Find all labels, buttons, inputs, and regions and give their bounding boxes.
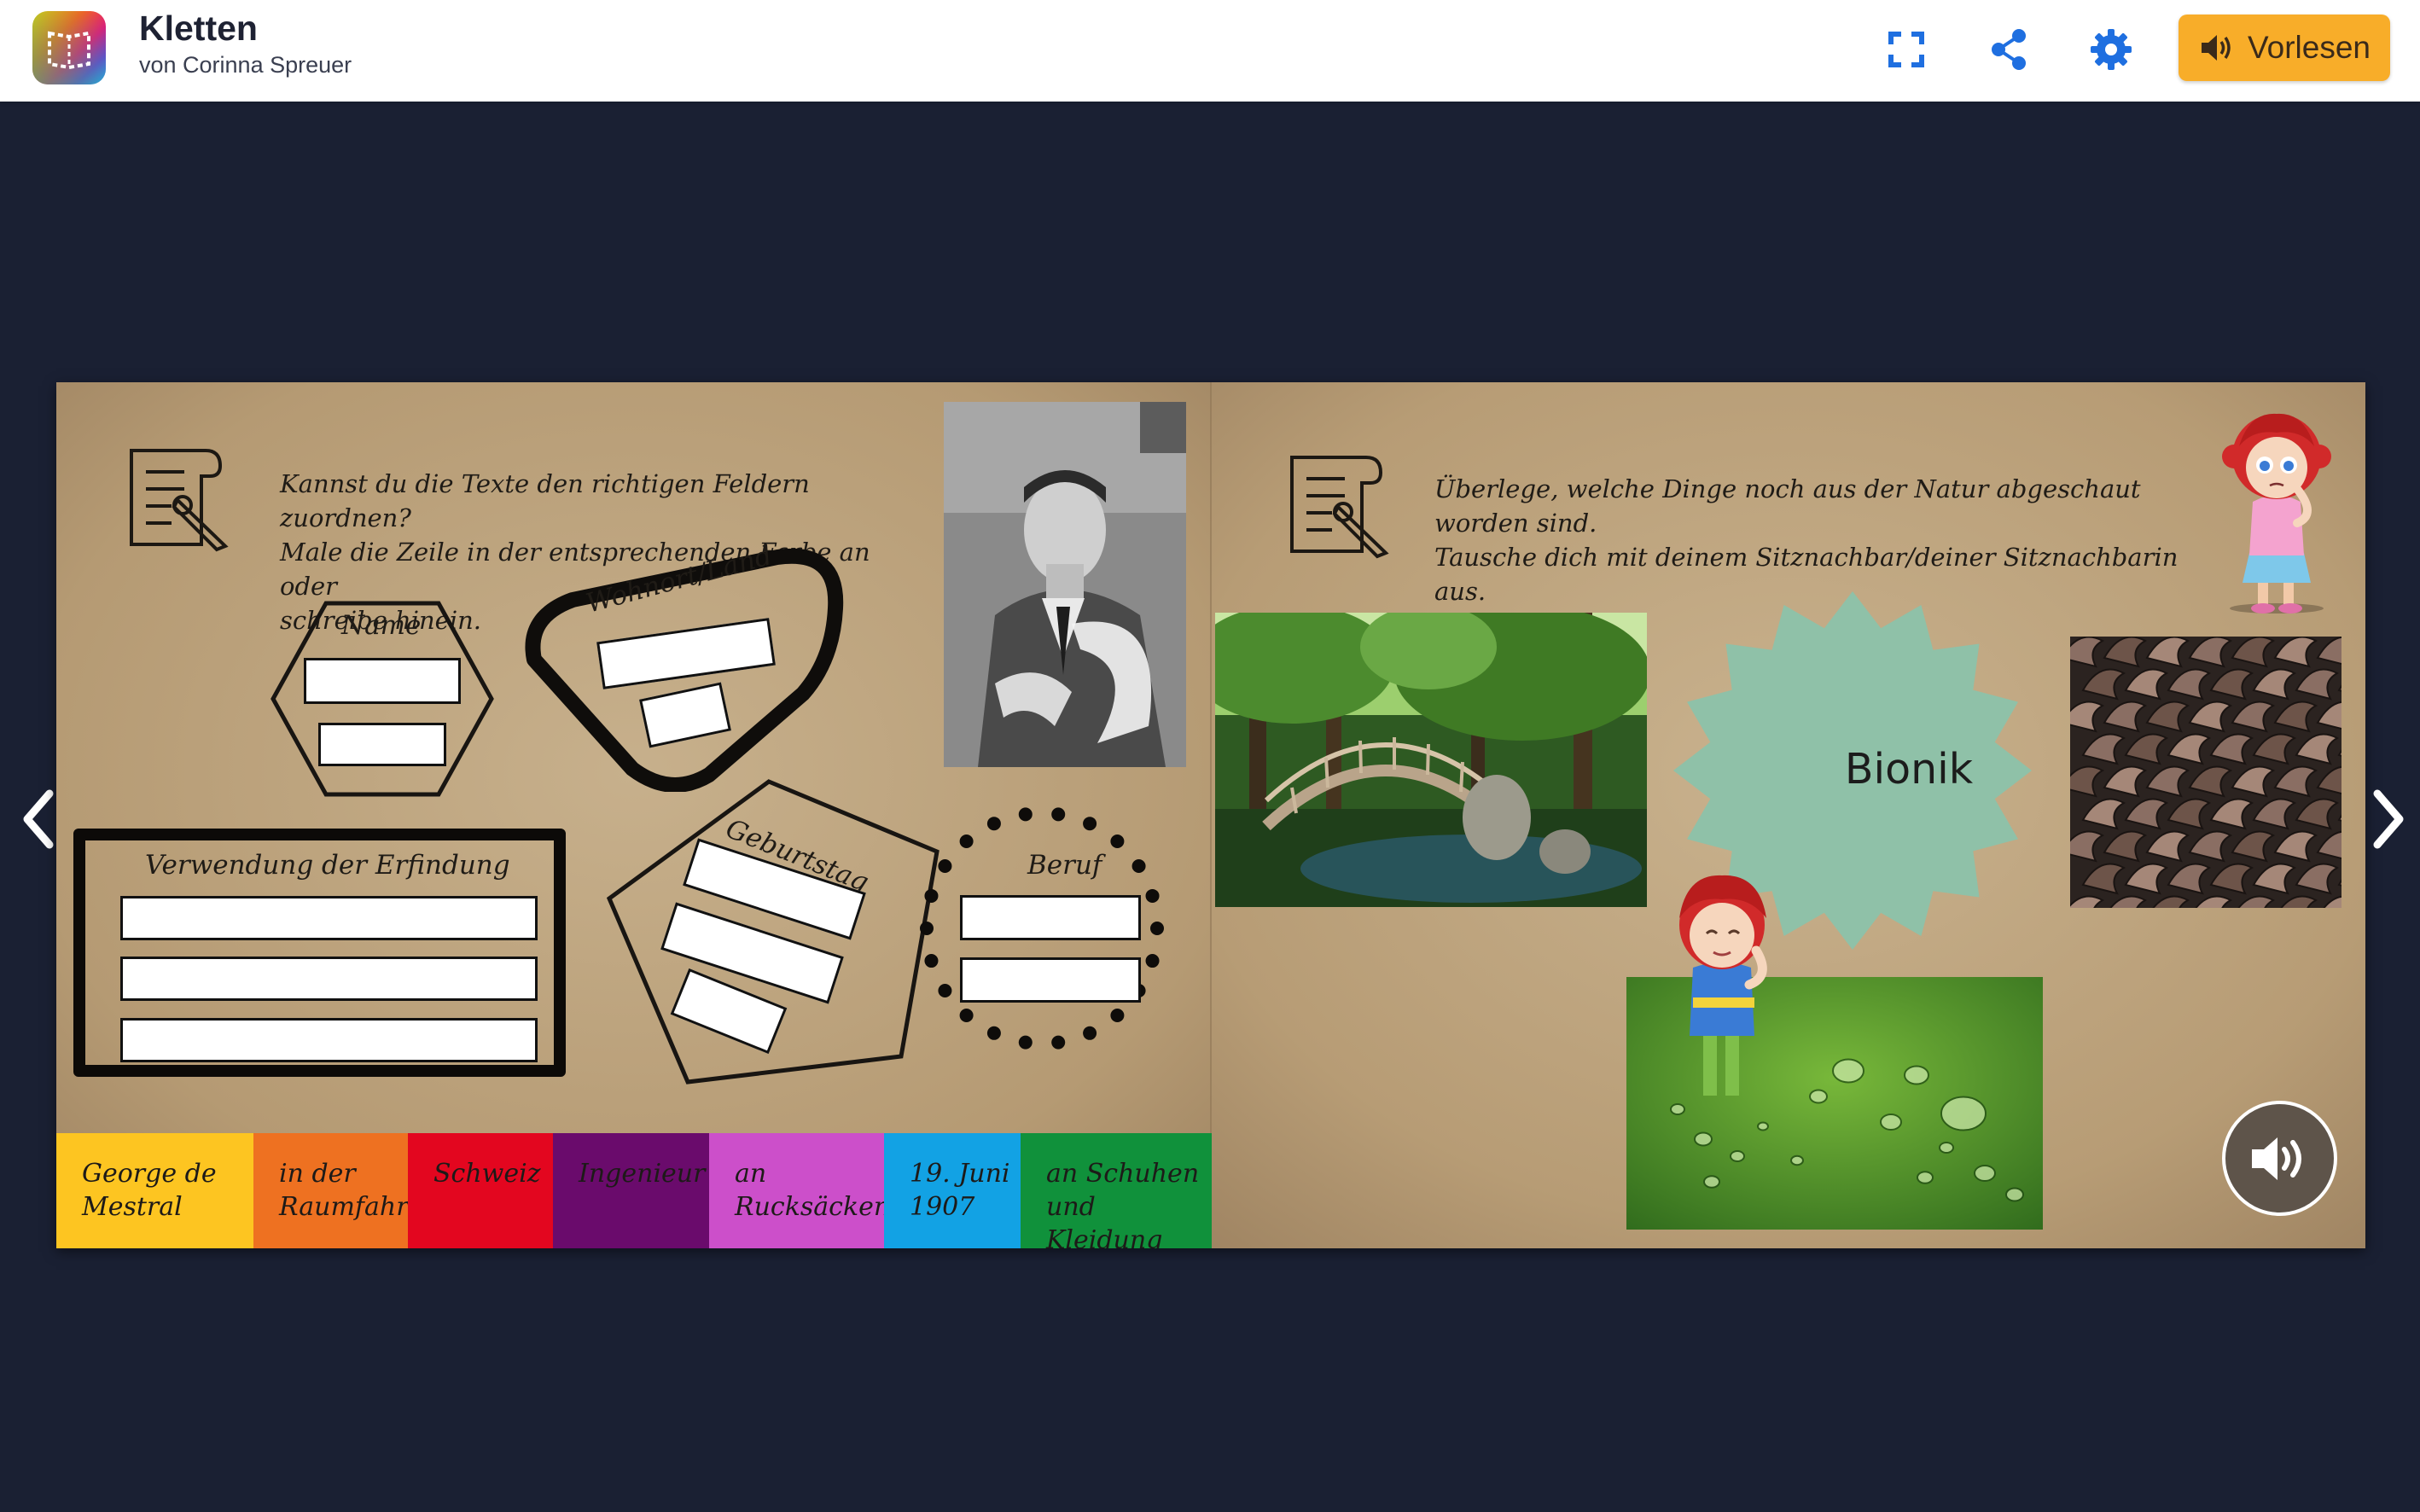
water-droplet <box>1757 1121 1769 1131</box>
beruf-dot <box>1051 807 1066 822</box>
read-aloud-button[interactable]: Vorlesen <box>2179 15 2390 81</box>
share-icon[interactable] <box>1981 22 2036 77</box>
water-droplet <box>1880 1114 1902 1131</box>
read-aloud-label: Vorlesen <box>2248 30 2371 65</box>
beruf-dot <box>986 1026 1001 1040</box>
beruf-label: Beruf <box>1027 850 1102 881</box>
book-creator-logo-icon[interactable] <box>32 11 106 84</box>
water-droplet <box>1730 1150 1745 1162</box>
thinking-boy-illustration <box>1679 875 1767 1096</box>
beruf-dot <box>1083 1026 1097 1040</box>
beruf-box-2[interactable] <box>960 957 1141 1003</box>
beruf-dot <box>1110 1009 1125 1023</box>
book-title: Kletten <box>139 9 258 48</box>
name-box-2[interactable] <box>318 723 446 766</box>
beruf-dot <box>1110 834 1125 848</box>
water-droplet <box>2005 1187 2024 1202</box>
verwendung-label: Verwendung der Erfindung <box>145 850 510 881</box>
book-author: von Corinna Spreuer <box>139 52 352 78</box>
chip-rucksaecken[interactable]: an Rucksäcken <box>709 1133 890 1248</box>
speaker-icon <box>2202 35 2231 61</box>
chip-george-de-mestral[interactable]: George de Mestral <box>56 1133 253 1248</box>
beruf-dot <box>924 888 939 903</box>
beruf-dot <box>920 922 934 935</box>
beruf-dot <box>1131 859 1146 874</box>
water-droplet <box>1694 1131 1713 1147</box>
beruf-box-1[interactable] <box>960 895 1141 940</box>
name-label: Name <box>341 610 422 641</box>
verwendung-box-3[interactable] <box>120 1018 538 1062</box>
speaker-icon <box>2251 1137 2301 1180</box>
garden-bridge-photo <box>1215 613 1647 907</box>
beruf-dot <box>1145 888 1160 903</box>
chip-geburtsdatum[interactable]: 19. Juni 1907 <box>884 1133 1021 1248</box>
water-droplet <box>1904 1065 1929 1085</box>
thinking-girl-illustration <box>2222 413 2331 614</box>
beruf-dot <box>959 834 974 848</box>
water-droplet <box>1940 1096 1987 1131</box>
water-droplet <box>1790 1154 1804 1166</box>
next-page-arrow-icon[interactable] <box>2362 785 2413 853</box>
verwendung-box-1[interactable] <box>120 896 538 940</box>
book-spread: Kannst du die Texte den richtigen Felder… <box>56 382 2365 1248</box>
chip-raumfahrt[interactable]: in der Raumfahrt <box>253 1133 419 1248</box>
beruf-dot <box>959 1009 974 1023</box>
worksheet-icon-right <box>1290 456 1389 559</box>
bionik-label: Bionik <box>1844 745 1974 794</box>
name-box-1[interactable] <box>304 658 461 704</box>
gear-icon[interactable] <box>2084 22 2138 77</box>
water-droplet <box>1917 1171 1934 1184</box>
water-droplet <box>1939 1142 1954 1154</box>
beruf-dot <box>986 817 1001 831</box>
beruf-dot <box>1018 1035 1033 1050</box>
beruf-dot <box>1083 817 1097 831</box>
water-droplet <box>1703 1175 1720 1189</box>
chip-schuhe-kleidung[interactable]: an Schuhen und Kleidung <box>1021 1133 1212 1248</box>
water-droplet <box>1832 1058 1864 1084</box>
water-droplet <box>1974 1165 1996 1182</box>
shark-skin-photo <box>2070 637 2341 908</box>
beruf-dot <box>1145 954 1160 968</box>
worksheet-icon <box>130 449 229 552</box>
geburtstag-pentagon <box>606 779 939 1085</box>
inventor-photo <box>944 402 1186 767</box>
beruf-dot <box>1018 807 1033 822</box>
chip-ingenieur[interactable]: Ingenieur <box>553 1133 709 1248</box>
beruf-dot <box>1051 1035 1066 1050</box>
verwendung-box-2[interactable] <box>120 957 538 1001</box>
beruf-dot <box>1150 922 1164 935</box>
fullscreen-icon[interactable] <box>1879 22 1934 77</box>
page-audio-button[interactable] <box>2222 1101 2337 1216</box>
beruf-dot <box>938 859 952 874</box>
color-chip-strip: George de Mestral in der Raumfahrt Schwe… <box>56 1133 1212 1248</box>
water-droplet <box>1809 1089 1828 1104</box>
beruf-dot <box>924 954 939 968</box>
chip-schweiz[interactable]: Schweiz <box>408 1133 553 1248</box>
beruf-dot <box>938 983 952 997</box>
top-bar: Kletten von Corinna Spreuer Vorlesen <box>0 0 2420 102</box>
